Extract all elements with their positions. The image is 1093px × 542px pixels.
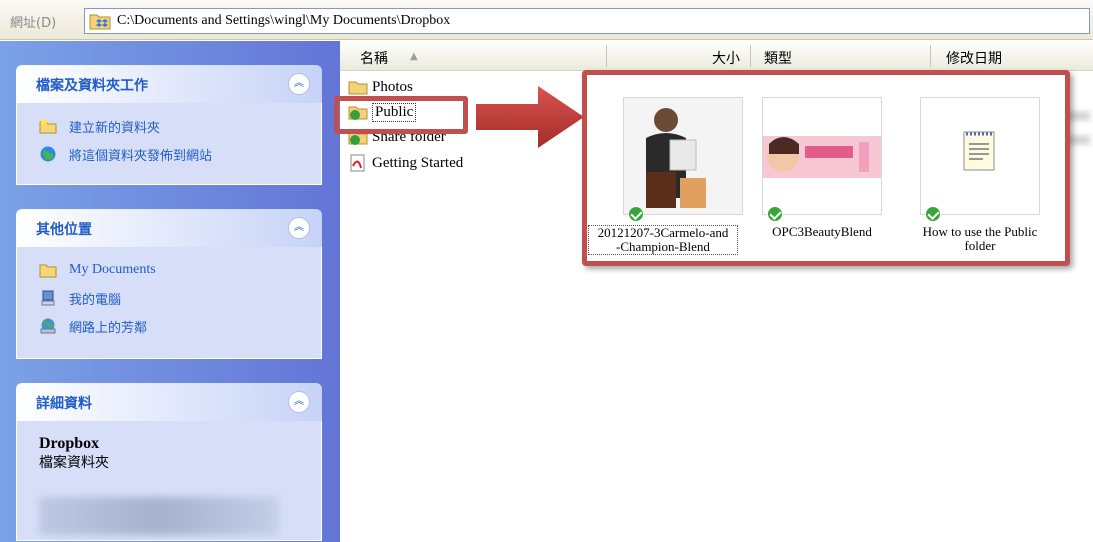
- pdf-icon: [350, 154, 365, 172]
- caption-line: OPC3BeautyBlend: [772, 224, 872, 239]
- column-divider[interactable]: [930, 45, 931, 67]
- column-divider[interactable]: [750, 45, 751, 67]
- details-name: Dropbox: [39, 435, 100, 452]
- place-label: 網路上的芳鄰: [69, 320, 148, 336]
- details-body: Dropbox 檔案資料夾: [16, 421, 322, 541]
- task-publish-web[interactable]: 將這個資料夾發佈到網站: [39, 143, 212, 165]
- list-item-label: Photos: [372, 78, 413, 95]
- task-pane: 檔案及資料夾工作 ︽ 建立新的資料夾 將這個資料夾發佈到網站 其他位置 ︽ My…: [0, 41, 340, 542]
- other-places-header[interactable]: 其他位置 ︽: [16, 209, 322, 247]
- place-my-documents[interactable]: My Documents: [39, 259, 156, 281]
- column-divider[interactable]: [606, 45, 607, 67]
- place-my-computer[interactable]: 我的電腦: [39, 287, 121, 309]
- column-type[interactable]: 類型: [764, 48, 792, 68]
- thumbnail-photo-beauty-banner[interactable]: [762, 97, 882, 222]
- details-title: 詳細資料: [36, 396, 92, 412]
- new-folder-icon: [39, 119, 57, 134]
- place-network[interactable]: 網路上的芳鄰: [39, 315, 147, 337]
- task-label: 建立新的資料夾: [69, 120, 161, 136]
- thumbnail-caption[interactable]: How to use the Public folder: [905, 225, 1055, 253]
- column-modified[interactable]: 修改日期: [946, 48, 1002, 68]
- collapse-chevron-icon[interactable]: ︽: [288, 391, 310, 413]
- details-panel: 詳細資料 ︽ Dropbox 檔案資料夾: [16, 383, 322, 541]
- list-item-label: Getting Started: [372, 154, 464, 171]
- collapse-chevron-icon[interactable]: ︽: [288, 217, 310, 239]
- other-places-panel: 其他位置 ︽ My Documents 我的電腦 網路上的芳鄰: [16, 209, 322, 359]
- text-document-icon: [921, 98, 1039, 214]
- caption-line: How to use the Public: [922, 224, 1038, 239]
- address-path: C:\Documents and Settings\wingl\My Docum…: [117, 13, 451, 28]
- folder-icon: [348, 81, 368, 95]
- sync-status-icon: [925, 206, 941, 222]
- file-tasks-body: 建立新的資料夾 將這個資料夾發佈到網站: [16, 103, 322, 185]
- details-header[interactable]: 詳細資料 ︽: [16, 383, 322, 421]
- file-tasks-panel: 檔案及資料夾工作 ︽ 建立新的資料夾 將這個資料夾發佈到網站: [16, 65, 322, 185]
- thumbnail-photo-person-product[interactable]: [623, 97, 743, 222]
- thumbnail-caption[interactable]: 20121207-3Carmelo-and -Champion-Blend: [588, 225, 738, 255]
- sync-status-icon: [767, 206, 783, 222]
- address-input[interactable]: C:\Documents and Settings\wingl\My Docum…: [84, 8, 1090, 34]
- thumbnail-text-document[interactable]: [920, 97, 1040, 222]
- list-item-getting-started[interactable]: Getting Started: [348, 152, 463, 174]
- task-new-folder[interactable]: 建立新的資料夾: [39, 115, 160, 137]
- other-places-body: My Documents 我的電腦 網路上的芳鄰: [16, 247, 322, 359]
- caption-line: folder: [964, 238, 996, 253]
- other-places-title: 其他位置: [36, 222, 92, 238]
- details-type: 檔案資料夾: [39, 455, 109, 471]
- thumbnail-caption[interactable]: OPC3BeautyBlend: [747, 225, 897, 239]
- column-headers: 名稱 ▲ 大小 類型 修改日期: [340, 41, 1093, 71]
- sync-status-icon: [628, 206, 644, 222]
- file-tasks-title: 檔案及資料夾工作: [36, 78, 148, 94]
- column-size[interactable]: 大小: [712, 48, 740, 68]
- photo-person-product-icon: [624, 98, 742, 214]
- folder-icon: [39, 264, 57, 278]
- annotation-preview-box: 20121207-3Carmelo-and -Champion-Blend OP…: [582, 70, 1070, 266]
- collapse-chevron-icon[interactable]: ︽: [288, 73, 310, 95]
- caption-line: -Champion-Blend: [616, 239, 710, 254]
- place-label: 我的電腦: [69, 292, 122, 308]
- publish-web-icon: [40, 146, 56, 162]
- list-item-photos[interactable]: Photos: [348, 76, 413, 98]
- file-tasks-header[interactable]: 檔案及資料夾工作 ︽: [16, 65, 322, 103]
- photo-beauty-banner-icon: [763, 98, 881, 214]
- task-label: 將這個資料夾發佈到網站: [69, 148, 213, 164]
- computer-icon: [41, 290, 55, 306]
- sort-ascending-icon: ▲: [410, 51, 418, 62]
- place-label: My Documents: [69, 262, 156, 277]
- column-name[interactable]: 名稱: [360, 48, 388, 68]
- annotation-highlight-box: [334, 96, 468, 134]
- dropbox-folder-icon: [89, 14, 111, 30]
- address-label: 網址(D): [10, 16, 57, 31]
- caption-line: 20121207-3Carmelo-and: [597, 225, 729, 240]
- details-blurred-text: [39, 497, 279, 535]
- address-bar: 網址(D) C:\Documents and Settings\wingl\My…: [0, 0, 1093, 40]
- network-icon: [40, 318, 56, 334]
- annotation-arrow-icon: [476, 86, 584, 148]
